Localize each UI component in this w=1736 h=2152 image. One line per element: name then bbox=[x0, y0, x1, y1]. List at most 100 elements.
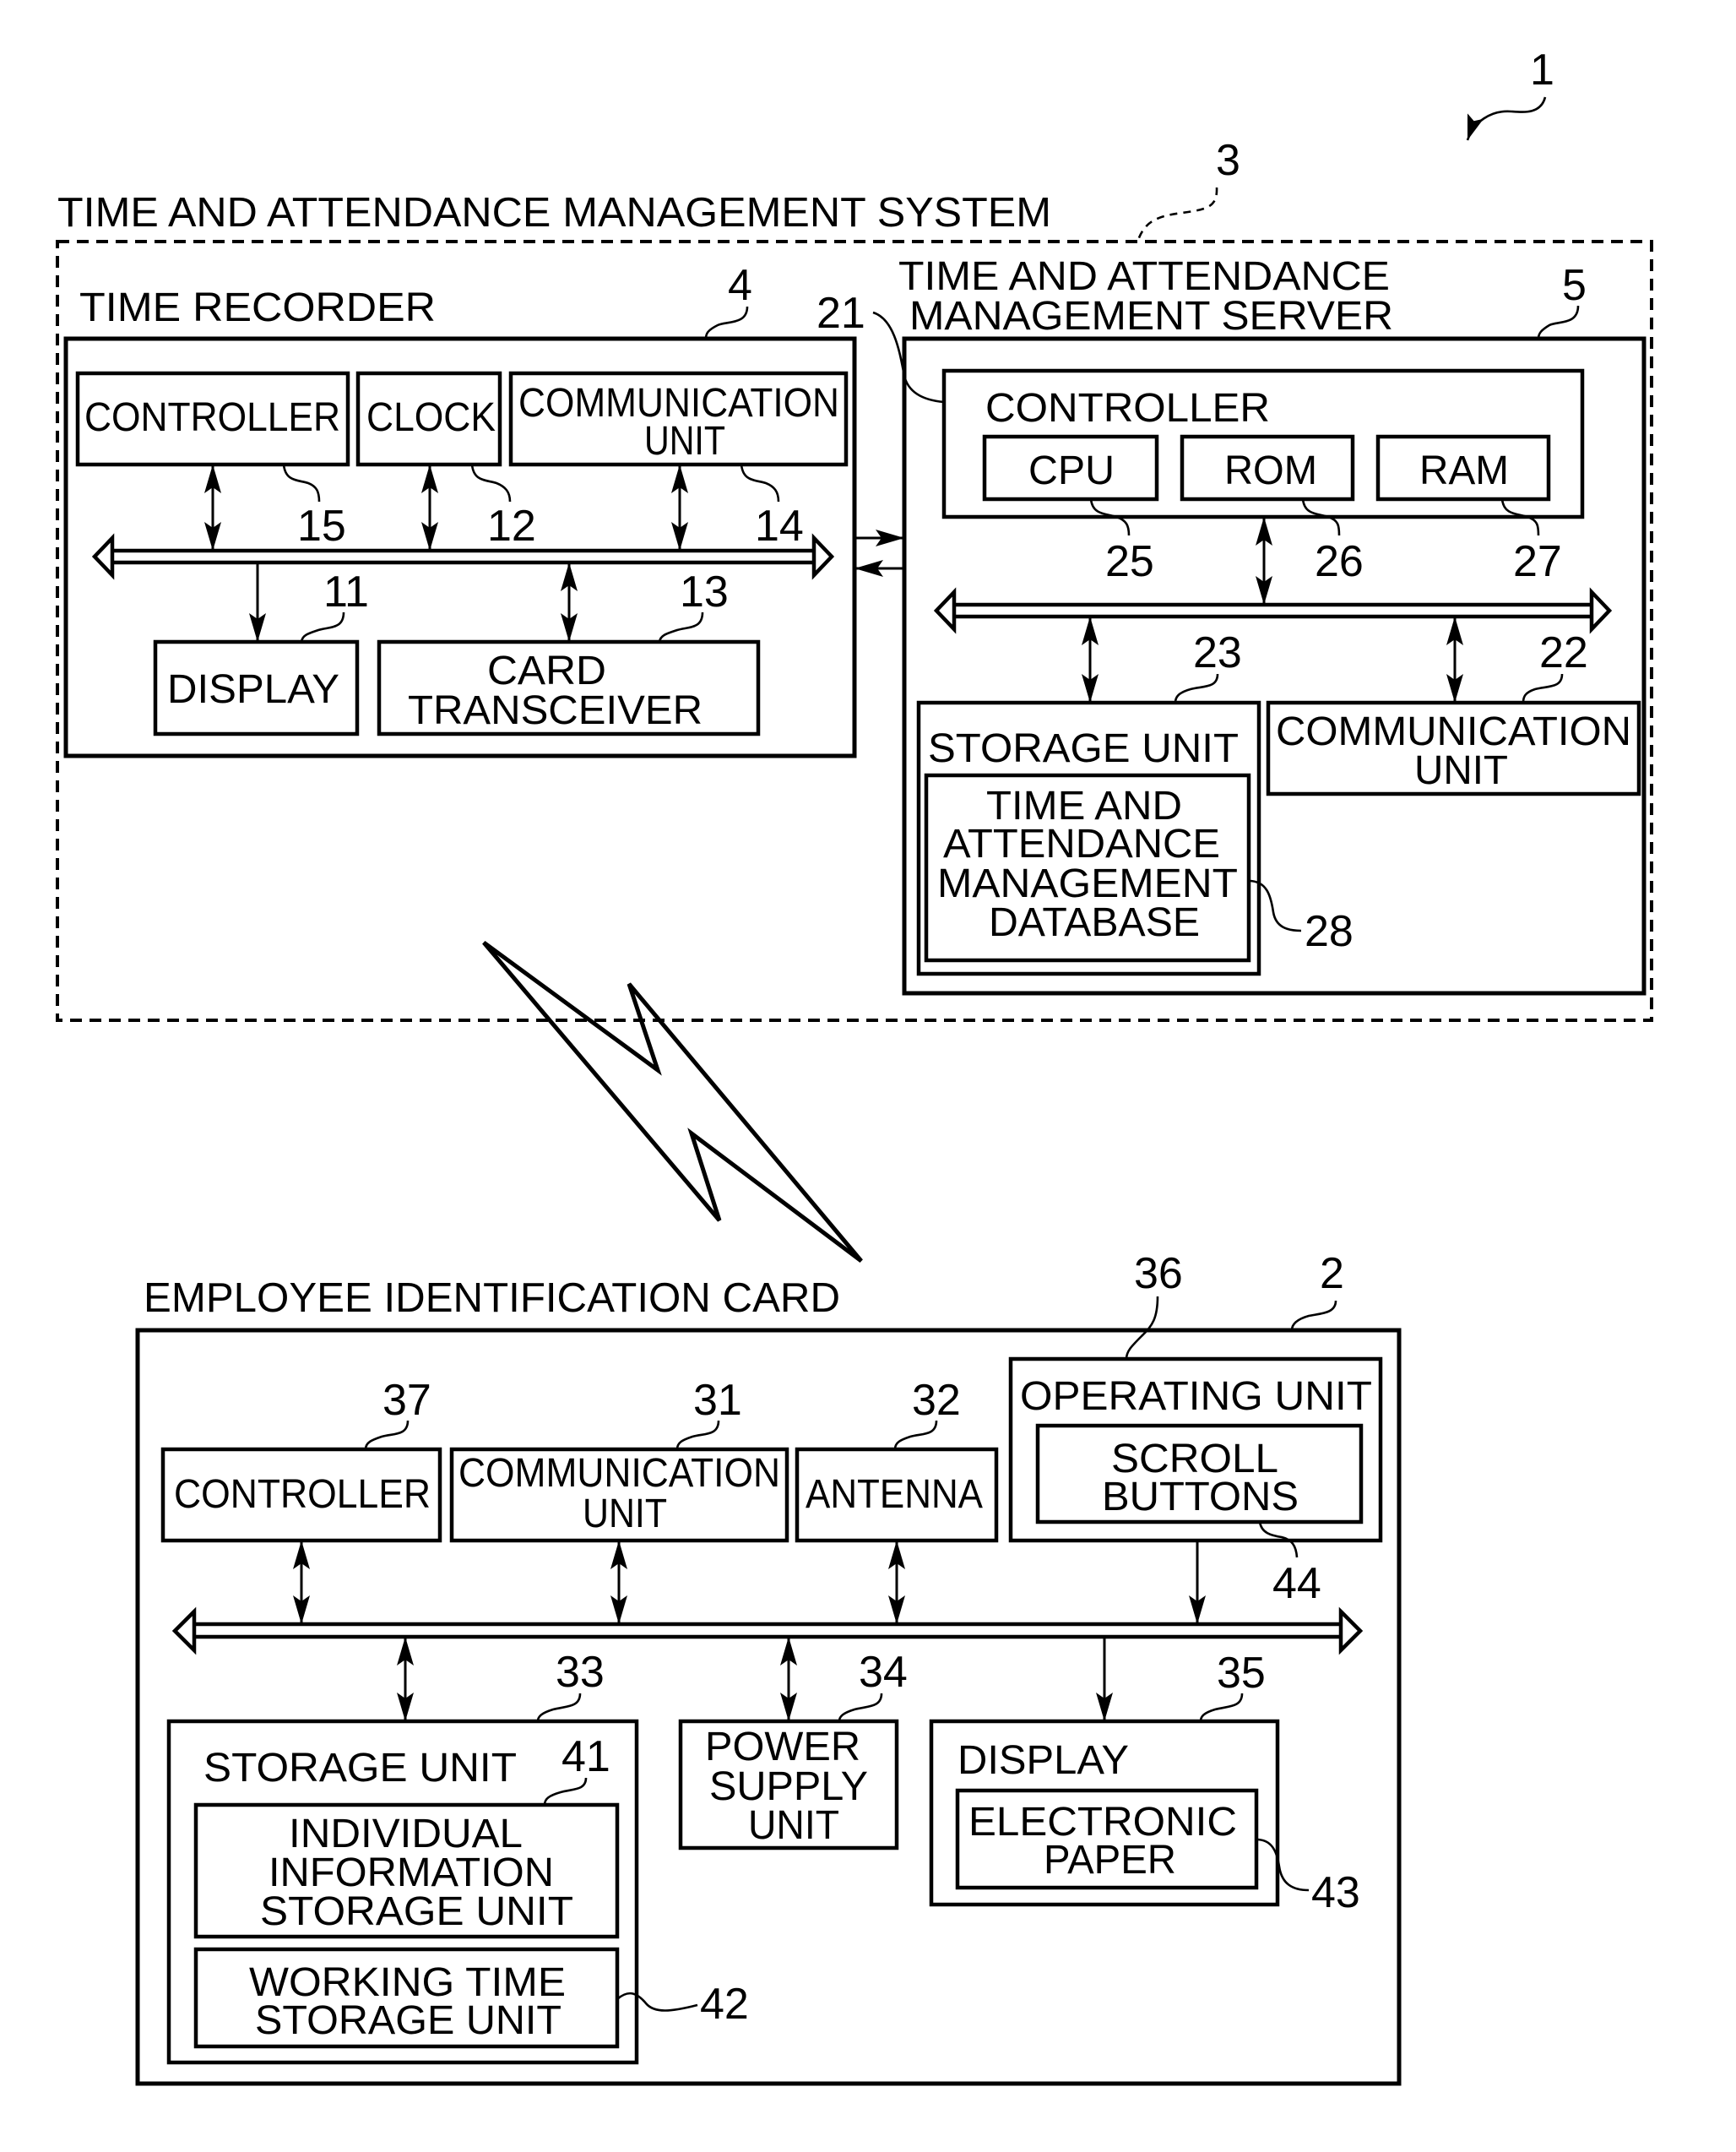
power-supply-label-line3: UNIT bbox=[748, 1803, 839, 1848]
server-bus-left-arrowhead bbox=[933, 587, 957, 634]
tr-clock-ref-number: 12 bbox=[487, 502, 536, 551]
server-storage-unit: 23 STORAGE UNIT TIME AND ATTENDANCE MANA… bbox=[916, 628, 1354, 976]
card-display-label: DISPLAY bbox=[958, 1738, 1129, 1783]
database-label-line2: ATTENDANCE bbox=[943, 822, 1220, 867]
employee-identification-card: EMPLOYEE IDENTIFICATION CARD 2 37 CONTRO… bbox=[135, 1249, 1402, 2086]
tr-display: 11 DISPLAY bbox=[153, 568, 369, 736]
tr-card-transceiver-label-line2: TRANSCEIVER bbox=[408, 688, 703, 733]
server-communication-label-line2: UNIT bbox=[1414, 748, 1508, 793]
system-title: TIME AND ATTENDANCE MANAGEMENT SYSTEM bbox=[57, 190, 1051, 236]
server-ref-leader bbox=[1537, 305, 1580, 340]
rom-ref-number: 26 bbox=[1315, 537, 1364, 586]
card-antenna: 32 ANTENNA bbox=[795, 1376, 999, 1543]
card-storage-unit: 33 STORAGE UNIT 41 INDIVIDUAL INFORMATIO… bbox=[166, 1648, 749, 2065]
server-controller-ref-number: 21 bbox=[816, 289, 865, 338]
server-communication-ref-number: 22 bbox=[1539, 628, 1588, 677]
electronic-paper-leader bbox=[1256, 1838, 1310, 1892]
rom-label: ROM bbox=[1224, 448, 1317, 493]
lightning-bolt-icon bbox=[482, 940, 863, 1263]
server-storage-ref-number: 23 bbox=[1193, 628, 1242, 677]
electronic-paper-label-line2: PAPER bbox=[1044, 1838, 1176, 1883]
attendance-management-system: TIME AND ATTENDANCE MANAGEMENT SYSTEM 3 … bbox=[56, 136, 1653, 1022]
card-controller: 37 CONTROLLER bbox=[160, 1376, 442, 1543]
card-bus-right-arrowhead bbox=[1338, 1606, 1364, 1655]
card-controller-leader bbox=[364, 1420, 410, 1450]
card-storage-label: STORAGE UNIT bbox=[203, 1746, 517, 1791]
database-label-line4: DATABASE bbox=[989, 900, 1200, 945]
database-ref-number: 28 bbox=[1305, 907, 1354, 956]
tr-display-label: DISPLAY bbox=[167, 667, 339, 712]
database-leader bbox=[1248, 879, 1302, 932]
tr-communication-unit-label-line2: UNIT bbox=[644, 419, 725, 464]
tr-clock-label: CLOCK bbox=[366, 395, 496, 440]
server-storage-label: STORAGE UNIT bbox=[928, 726, 1239, 771]
system-ref-leader bbox=[1136, 187, 1218, 243]
card-internal-bus bbox=[171, 1606, 1364, 1655]
card-storage-ref-number: 33 bbox=[556, 1648, 605, 1697]
server-title-line1: TIME AND ATTENDANCE bbox=[898, 254, 1390, 299]
tr-controller-ref-number: 15 bbox=[297, 502, 346, 551]
tr-card-transceiver-label-line1: CARD bbox=[487, 649, 606, 693]
card-communication-label-line2: UNIT bbox=[583, 1492, 667, 1536]
cpu-ref-number: 25 bbox=[1105, 537, 1154, 586]
card-display-ref-number: 35 bbox=[1217, 1649, 1266, 1698]
card-operating-unit: 36 OPERATING UNIT SCROLL BUTTONS 44 bbox=[1008, 1249, 1383, 1608]
individual-info-label-line3: STORAGE UNIT bbox=[260, 1889, 573, 1934]
power-supply-leader bbox=[838, 1693, 883, 1722]
card-bus-left-arrowhead bbox=[171, 1606, 197, 1655]
tr-communication-unit-leader bbox=[740, 464, 780, 503]
power-supply-label-line1: POWER bbox=[705, 1725, 860, 1769]
system-ref-number: 3 bbox=[1216, 136, 1240, 185]
server-communication-leader bbox=[1522, 673, 1564, 704]
antenna-label: ANTENNA bbox=[806, 1472, 983, 1517]
card-display: 35 DISPLAY ELECTRONIC PAPER 43 bbox=[929, 1649, 1360, 1917]
ram-label: RAM bbox=[1419, 448, 1509, 493]
tr-card-transceiver-leader bbox=[658, 611, 704, 643]
server-title-line2: MANAGEMENT SERVER bbox=[909, 294, 1393, 339]
time-recorder-ref-number: 4 bbox=[728, 261, 752, 310]
working-time-leader bbox=[616, 1992, 698, 2012]
server-ref-number: 5 bbox=[1562, 261, 1587, 310]
operating-unit-label: OPERATING UNIT bbox=[1020, 1374, 1372, 1419]
attendance-management-server: TIME AND ATTENDANCE MANAGEMENT SERVER 5 … bbox=[816, 254, 1646, 996]
tr-display-ref-number: 11 bbox=[323, 568, 369, 617]
tr-controller-leader bbox=[282, 464, 321, 503]
antenna-ref-number: 32 bbox=[912, 1376, 961, 1425]
card-communication-ref-number: 31 bbox=[693, 1376, 742, 1425]
card-title: EMPLOYEE IDENTIFICATION CARD bbox=[144, 1275, 840, 1321]
block-diagram: 1 TIME AND ATTENDANCE MANAGEMENT SYSTEM … bbox=[56, 46, 1653, 2086]
power-supply-ref-number: 34 bbox=[859, 1648, 908, 1697]
tr-bus-left-arrowhead bbox=[91, 533, 115, 580]
time-recorder: TIME RECORDER 4 CONTROLLER 15 CLOCK 12 C… bbox=[63, 261, 857, 758]
card-storage-leader bbox=[536, 1693, 582, 1722]
individual-info-ref-number: 41 bbox=[561, 1732, 610, 1781]
scroll-buttons-label-line2: BUTTONS bbox=[1102, 1475, 1299, 1519]
card-controller-ref-number: 37 bbox=[382, 1376, 431, 1425]
working-time-ref-number: 42 bbox=[700, 1980, 749, 2029]
card-ref-leader bbox=[1290, 1300, 1337, 1331]
tr-controller-label: CONTROLLER bbox=[84, 395, 340, 440]
card-controller-label: CONTROLLER bbox=[174, 1472, 431, 1517]
tr-display-leader bbox=[300, 611, 345, 643]
time-recorder-ref-leader bbox=[704, 306, 749, 340]
tr-bus-right-arrowhead bbox=[811, 533, 835, 580]
card-communication-leader bbox=[675, 1420, 720, 1450]
antenna-leader bbox=[893, 1420, 938, 1450]
working-time-label-line2: STORAGE UNIT bbox=[255, 1998, 561, 2043]
card-power-supply: 34 POWER SUPPLY UNIT bbox=[678, 1648, 908, 1850]
ram-ref-number: 27 bbox=[1513, 537, 1562, 586]
scroll-buttons-ref-number: 44 bbox=[1272, 1559, 1321, 1608]
card-communication-unit: 31 COMMUNICATION UNIT bbox=[449, 1376, 789, 1543]
server-controller-label: CONTROLLER bbox=[985, 386, 1270, 431]
cpu-label: CPU bbox=[1028, 448, 1115, 493]
tr-communication-unit-ref-number: 14 bbox=[755, 502, 804, 551]
operating-unit-leader bbox=[1125, 1296, 1159, 1360]
server-storage-leader bbox=[1174, 673, 1219, 704]
tr-card-transceiver-ref-number: 13 bbox=[680, 568, 729, 617]
card-ref-number: 2 bbox=[1320, 1249, 1344, 1298]
time-recorder-title: TIME RECORDER bbox=[79, 285, 436, 330]
server-internal-bus bbox=[933, 587, 1613, 634]
operating-unit-ref-number: 36 bbox=[1134, 1249, 1183, 1298]
figure-ref-number: 1 bbox=[1530, 46, 1554, 95]
server-bus-right-arrowhead bbox=[1589, 587, 1613, 634]
